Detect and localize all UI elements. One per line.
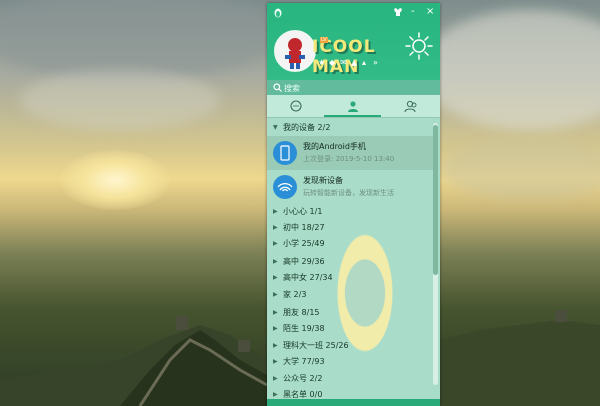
collapsed-arrow-icon: ▶ xyxy=(273,342,278,349)
device-discover[interactable]: 发现新设备 玩转智能新设备，发现新生活 xyxy=(267,170,433,204)
group-label: 陌生 19/38 xyxy=(283,324,325,333)
collapsed-arrow-icon: ▶ xyxy=(273,325,278,332)
vip-icon[interactable]: ◆ xyxy=(329,58,335,68)
collapsed-arrow-icon: ▶ xyxy=(273,208,278,215)
device-tagline: 玩转智能新设备，发现新生活 xyxy=(303,189,394,197)
group-label: 朋友 8/15 xyxy=(283,308,320,317)
group-label: 小学 25/49 xyxy=(283,239,325,248)
bottom-toolbar[interactable] xyxy=(267,399,440,406)
expand-icon[interactable]: » xyxy=(373,58,378,68)
contact-list[interactable]: ▼ 我的设备 2/2 我的Android手机 上次登录: 2019-5-10 1… xyxy=(267,118,433,406)
collapsed-arrow-icon: ▶ xyxy=(273,309,278,316)
app-icon[interactable]: ▴ xyxy=(362,58,366,68)
group-item[interactable]: ▶ 初中 18/27 xyxy=(267,221,433,235)
collapsed-arrow-icon: ▶ xyxy=(273,375,278,382)
device-last-login: 上次登录: 2019-5-10 13:40 xyxy=(303,155,395,163)
group-label: 高中女 27/34 xyxy=(283,273,333,282)
group-label: 公众号 2/2 xyxy=(283,374,323,383)
close-button[interactable]: × xyxy=(426,5,434,19)
group-item[interactable]: ▶ 小学 25/49 xyxy=(267,237,433,251)
device-android-phone[interactable]: 我的Android手机 上次登录: 2019-5-10 13:40 xyxy=(267,136,433,170)
search-bar[interactable]: 搜索 xyxy=(267,80,440,95)
avatar-image xyxy=(275,31,315,71)
level-badge: LV xyxy=(320,37,328,43)
group-icon xyxy=(404,100,417,112)
weather-sun-icon[interactable] xyxy=(404,31,434,61)
collapsed-arrow-icon: ▶ xyxy=(273,274,278,281)
group-item[interactable]: ▶ 理科大一班 25/26 xyxy=(267,339,433,353)
group-label: 我的设备 2/2 xyxy=(283,123,331,132)
qq-main-window: - × ICOOL MAN LV ★ ◆ ✉ ▲ ▴ » 搜索 ▼ 我的设备 2… xyxy=(267,3,440,406)
tab-groups[interactable] xyxy=(381,95,438,117)
collapsed-arrow-icon: ▶ xyxy=(273,291,278,298)
group-label: 小心心 1/1 xyxy=(283,207,323,216)
mail-icon[interactable]: ✉ xyxy=(340,58,347,68)
nickname[interactable]: ICOOL MAN xyxy=(312,37,392,77)
avatar[interactable] xyxy=(274,30,316,72)
group-label: 家 2/3 xyxy=(283,290,307,299)
group-label: 理科大一班 25/26 xyxy=(283,341,349,350)
group-item[interactable]: ▶ 小心心 1/1 xyxy=(267,205,433,219)
group-item[interactable]: ▶ 高中女 27/34 xyxy=(267,271,433,285)
chat-icon xyxy=(290,100,302,112)
group-label: 高中 29/36 xyxy=(283,257,325,266)
person-icon xyxy=(348,101,358,112)
cloud-icon[interactable]: ▲ xyxy=(351,58,357,68)
expanded-arrow-icon: ▼ xyxy=(273,124,278,131)
group-item[interactable]: ▶ 大学 77/93 xyxy=(267,355,433,369)
group-item[interactable]: ▶ 朋友 8/15 xyxy=(267,306,433,320)
collapsed-arrow-icon: ▶ xyxy=(273,258,278,265)
wifi-icon xyxy=(273,175,297,199)
group-label: 大学 77/93 xyxy=(283,357,325,366)
minimize-button[interactable]: - xyxy=(411,5,415,19)
tab-bar xyxy=(267,95,440,118)
penguin-logo-icon xyxy=(274,8,282,18)
group-label: 初中 18/27 xyxy=(283,223,325,232)
tab-messages[interactable] xyxy=(267,95,324,117)
group-item[interactable]: ▶ 高中 29/36 xyxy=(267,255,433,269)
profile-header: - × ICOOL MAN LV ★ ◆ ✉ ▲ ▴ » xyxy=(267,3,440,80)
collapsed-arrow-icon: ▶ xyxy=(273,224,278,231)
sun-glow xyxy=(60,150,170,210)
search-icon xyxy=(273,83,282,92)
group-item[interactable]: ▶ 公众号 2/2 xyxy=(267,372,433,386)
phone-icon xyxy=(273,141,297,165)
tab-contacts[interactable] xyxy=(324,95,381,117)
search-placeholder: 搜索 xyxy=(284,84,300,93)
star-icon[interactable]: ★ xyxy=(318,58,325,68)
group-item[interactable]: ▶ 陌生 19/38 xyxy=(267,322,433,336)
group-item[interactable]: ▶ 家 2/3 xyxy=(267,288,433,302)
collapsed-arrow-icon: ▶ xyxy=(273,240,278,247)
collapsed-arrow-icon: ▶ xyxy=(273,358,278,365)
device-name: 发现新设备 xyxy=(303,176,343,185)
device-name: 我的Android手机 xyxy=(303,142,366,151)
scrollbar-thumb[interactable] xyxy=(433,125,438,275)
skin-icon[interactable] xyxy=(393,8,403,16)
group-my-devices[interactable]: ▼ 我的设备 2/2 xyxy=(267,121,433,135)
